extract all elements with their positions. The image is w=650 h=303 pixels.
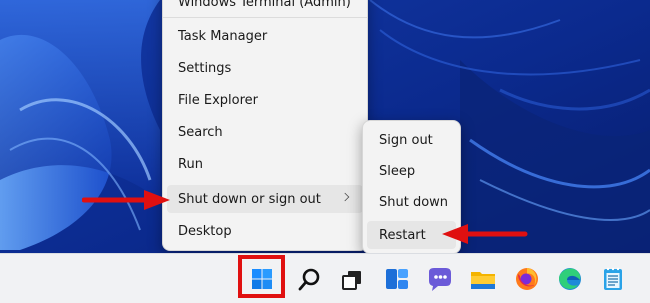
menu-item-label: File Explorer: [178, 92, 259, 108]
menu-item-shut-down-or-sign-out[interactable]: Shut down or sign out: [167, 185, 363, 213]
menu-divider: [163, 17, 367, 18]
search-icon[interactable]: [295, 264, 325, 294]
menu-item-run[interactable]: Run: [167, 150, 363, 178]
edge-icon[interactable]: [555, 264, 585, 294]
menu-item-label: Settings: [178, 60, 232, 76]
menu-item-settings[interactable]: Settings: [167, 54, 363, 82]
menu-item-search[interactable]: Search: [167, 118, 363, 146]
menu-item-label: Restart: [379, 227, 426, 243]
chevron-right-icon: [340, 192, 350, 202]
menu-item-task-manager[interactable]: Task Manager: [167, 22, 363, 50]
menu-item-label: Shut down: [379, 194, 449, 210]
menu-item-desktop[interactable]: Desktop: [167, 217, 363, 245]
menu-item-label: Search: [178, 124, 223, 140]
submenu-item-sleep[interactable]: Sleep: [367, 157, 456, 185]
menu-item-label: Windows Terminal (Admin): [178, 0, 351, 10]
task-view-icon[interactable]: [337, 264, 367, 294]
teams-chat-icon[interactable]: [424, 264, 454, 294]
menu-item-label: Run: [178, 156, 203, 172]
taskbar: [0, 253, 650, 303]
menu-item-windows-terminal-admin[interactable]: Windows Terminal (Admin): [167, 0, 363, 16]
file-explorer-icon[interactable]: [468, 264, 498, 294]
menu-item-label: Sleep: [379, 163, 416, 179]
arrow-to-shut-down-icon: [82, 190, 170, 210]
notepad-icon[interactable]: [598, 264, 628, 294]
quick-link-menu: Windows Terminal (Admin) Task Manager Se…: [162, 0, 368, 251]
start-highlight-box: [238, 255, 285, 298]
menu-item-label: Shut down or sign out: [178, 191, 321, 207]
submenu-item-sign-out[interactable]: Sign out: [367, 126, 456, 154]
submenu-item-shut-down[interactable]: Shut down: [367, 188, 456, 216]
arrow-to-restart-icon: [442, 224, 528, 244]
firefox-icon[interactable]: [512, 264, 542, 294]
menu-item-label: Desktop: [178, 223, 232, 239]
menu-item-label: Sign out: [379, 132, 433, 148]
menu-item-file-explorer[interactable]: File Explorer: [167, 86, 363, 114]
menu-item-label: Task Manager: [178, 28, 268, 44]
widgets-icon[interactable]: [382, 264, 412, 294]
